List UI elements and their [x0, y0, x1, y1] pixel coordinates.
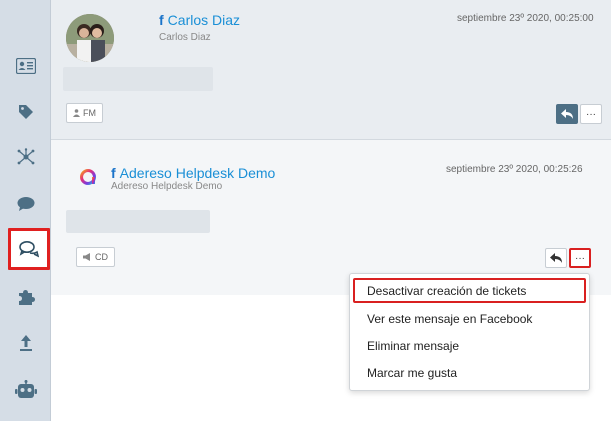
sidebar-item-bot[interactable] [0, 375, 51, 405]
message-body [63, 67, 213, 91]
assignee-tag[interactable]: FM [66, 103, 103, 123]
more-options-button[interactable]: ··· [580, 104, 602, 124]
message-date: septiembre 23º 2020, 00:25:00 [457, 13, 594, 24]
message-card: f Carlos Diaz Carlos Diaz septiembre 23º… [51, 0, 611, 140]
menu-item-delete-message[interactable]: Eliminar mensaje [353, 333, 586, 358]
sidebar-item-chat[interactable] [0, 189, 51, 219]
chat-bubble-icon [17, 197, 34, 211]
author-name[interactable]: f Carlos Diaz [159, 12, 240, 28]
megaphone-icon [83, 253, 90, 261]
adereso-logo [78, 167, 98, 187]
author-handle: Carlos Diaz [159, 32, 211, 43]
user-icon [73, 109, 80, 117]
puzzle-icon [18, 290, 35, 305]
menu-item-disable-tickets[interactable]: Desactivar creación de tickets [353, 278, 586, 303]
contact-card-icon [15, 58, 36, 74]
message-card: f Adereso Helpdesk Demo Adereso Helpdesk… [51, 140, 611, 295]
message-date: septiembre 23º 2020, 00:25:26 [446, 164, 583, 175]
conversations-icon [19, 241, 39, 258]
upload-arrow-icon [19, 335, 32, 351]
sidebar-item-contacts[interactable] [0, 51, 51, 81]
facebook-icon: f [111, 165, 116, 181]
reply-button[interactable] [545, 248, 567, 268]
more-options-button[interactable]: ··· [569, 248, 591, 268]
sidebar-item-network[interactable] [0, 142, 51, 172]
tag-icon [18, 105, 33, 119]
message-body [66, 210, 210, 233]
sidebar-item-export[interactable] [0, 328, 51, 358]
facebook-icon: f [159, 12, 164, 28]
sidebar-item-tags[interactable] [0, 97, 51, 127]
avatar[interactable] [66, 14, 114, 62]
reply-button[interactable] [556, 104, 578, 124]
message-options-menu: Desactivar creación de tickets Ver este … [349, 273, 590, 391]
sidebar-item-conversations[interactable] [8, 228, 50, 270]
sidebar [0, 0, 51, 421]
author-handle: Adereso Helpdesk Demo [111, 181, 223, 192]
network-icon [17, 148, 34, 165]
author-name[interactable]: f Adereso Helpdesk Demo [111, 165, 275, 181]
reply-icon [549, 252, 562, 263]
reply-icon [560, 108, 573, 119]
menu-item-like[interactable]: Marcar me gusta [353, 360, 586, 385]
sidebar-item-integrations[interactable] [0, 282, 51, 312]
assignee-tag[interactable]: CD [76, 247, 115, 267]
menu-item-view-on-facebook[interactable]: Ver este mensaje en Facebook [353, 306, 586, 331]
robot-icon [14, 380, 37, 398]
